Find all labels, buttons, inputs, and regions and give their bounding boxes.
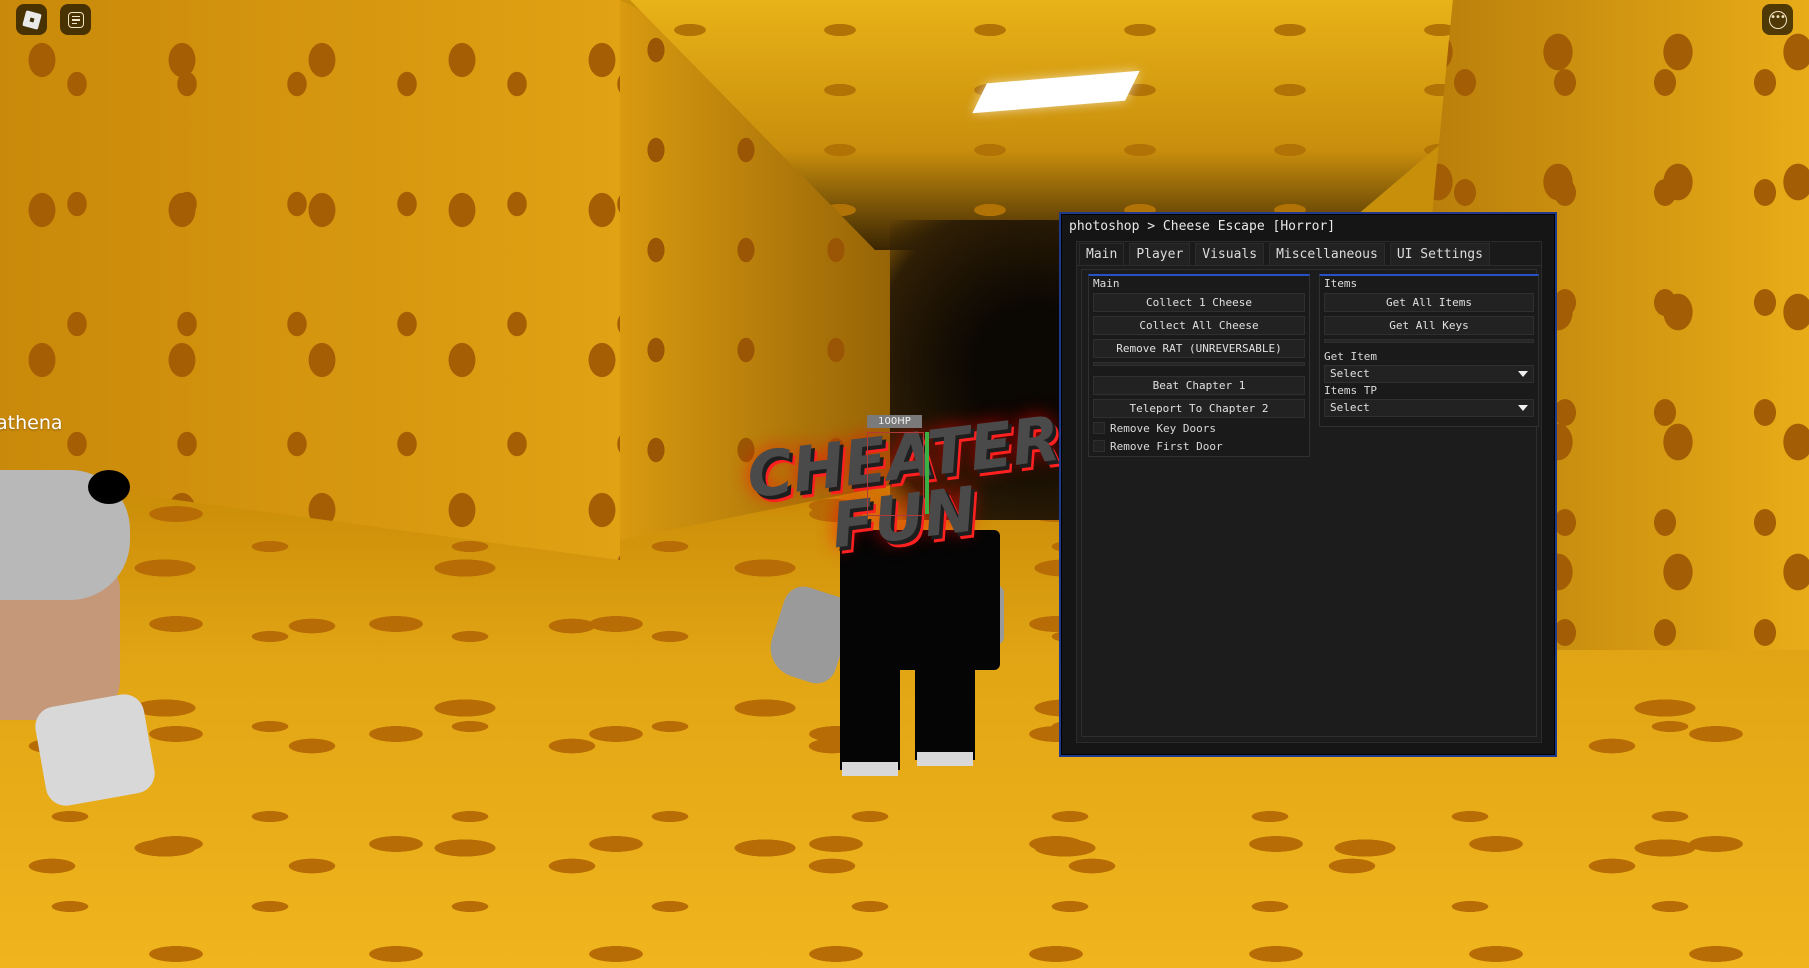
remove-first-door-toggle[interactable]: Remove First Door	[1093, 438, 1223, 454]
roblox-menu-button[interactable]	[16, 4, 47, 35]
esp-bounding-box	[867, 432, 924, 516]
get-item-label: Get Item	[1324, 350, 1377, 363]
script-hub-window[interactable]: photoshop > Cheese Escape [Horror] Main …	[1059, 212, 1557, 757]
chevron-down-icon	[1518, 405, 1528, 411]
teleport-chapter-2-button[interactable]: Teleport To Chapter 2	[1093, 399, 1305, 418]
dropdown-value: Select	[1330, 367, 1370, 380]
tab-panel-main: Main Collect 1 Cheese Collect All Cheese…	[1077, 265, 1541, 741]
checkbox[interactable]	[1093, 422, 1105, 434]
esp-health-bar	[925, 432, 929, 514]
other-player-legs	[32, 691, 158, 809]
items-section-title: Items	[1324, 277, 1358, 290]
character-left-leg	[840, 660, 900, 770]
esp-health-label: 100HP	[867, 415, 922, 428]
checkbox[interactable]	[1093, 440, 1105, 452]
window-title[interactable]: photoshop > Cheese Escape [Horror]	[1069, 219, 1335, 234]
dropdown-value: Select	[1330, 401, 1370, 414]
chat-button[interactable]	[60, 4, 91, 35]
beat-chapter-1-button[interactable]: Beat Chapter 1	[1093, 376, 1305, 395]
other-player-panda-ear	[88, 470, 130, 504]
get-all-items-button[interactable]: Get All Items	[1324, 293, 1534, 312]
toggle-label: Remove Key Doors	[1110, 421, 1216, 435]
other-player-nametag: athena	[0, 412, 63, 434]
more-options-icon: •••	[1768, 10, 1787, 29]
remove-key-doors-toggle[interactable]: Remove Key Doors	[1093, 420, 1216, 436]
tab-visuals[interactable]: Visuals	[1195, 243, 1265, 265]
window-content: Main Player Visuals Miscellaneous UI Set…	[1076, 241, 1542, 743]
more-options-button[interactable]: •••	[1762, 4, 1793, 35]
character-right-leg	[915, 660, 975, 760]
character-left-shoe	[842, 762, 898, 776]
remove-rat-button[interactable]: Remove RAT (UNREVERSABLE)	[1093, 339, 1305, 358]
tab-main[interactable]: Main	[1079, 243, 1125, 265]
roblox-logo-icon	[21, 9, 42, 30]
main-section: Main Collect 1 Cheese Collect All Cheese…	[1088, 274, 1310, 457]
main-section-title: Main	[1093, 277, 1120, 290]
tab-player[interactable]: Player	[1129, 243, 1191, 265]
chevron-down-icon	[1518, 371, 1528, 377]
collect-1-cheese-button[interactable]: Collect 1 Cheese	[1093, 293, 1305, 312]
items-tp-dropdown[interactable]: Select	[1324, 399, 1534, 417]
section-divider	[1324, 339, 1534, 343]
tab-miscellaneous[interactable]: Miscellaneous	[1269, 243, 1385, 265]
character-right-shoe	[917, 752, 973, 766]
section-divider	[1093, 362, 1305, 366]
collect-all-cheese-button[interactable]: Collect All Cheese	[1093, 316, 1305, 335]
items-tp-label: Items TP	[1324, 384, 1377, 397]
items-section: Items Get All Items Get All Keys Get Ite…	[1319, 274, 1539, 427]
toggle-label: Remove First Door	[1110, 439, 1223, 453]
chat-icon	[67, 11, 84, 28]
tab-ui-settings[interactable]: UI Settings	[1389, 243, 1490, 265]
tab-bar: Main Player Visuals Miscellaneous UI Set…	[1079, 243, 1490, 265]
get-item-dropdown[interactable]: Select	[1324, 365, 1534, 383]
get-all-keys-button[interactable]: Get All Keys	[1324, 316, 1534, 335]
